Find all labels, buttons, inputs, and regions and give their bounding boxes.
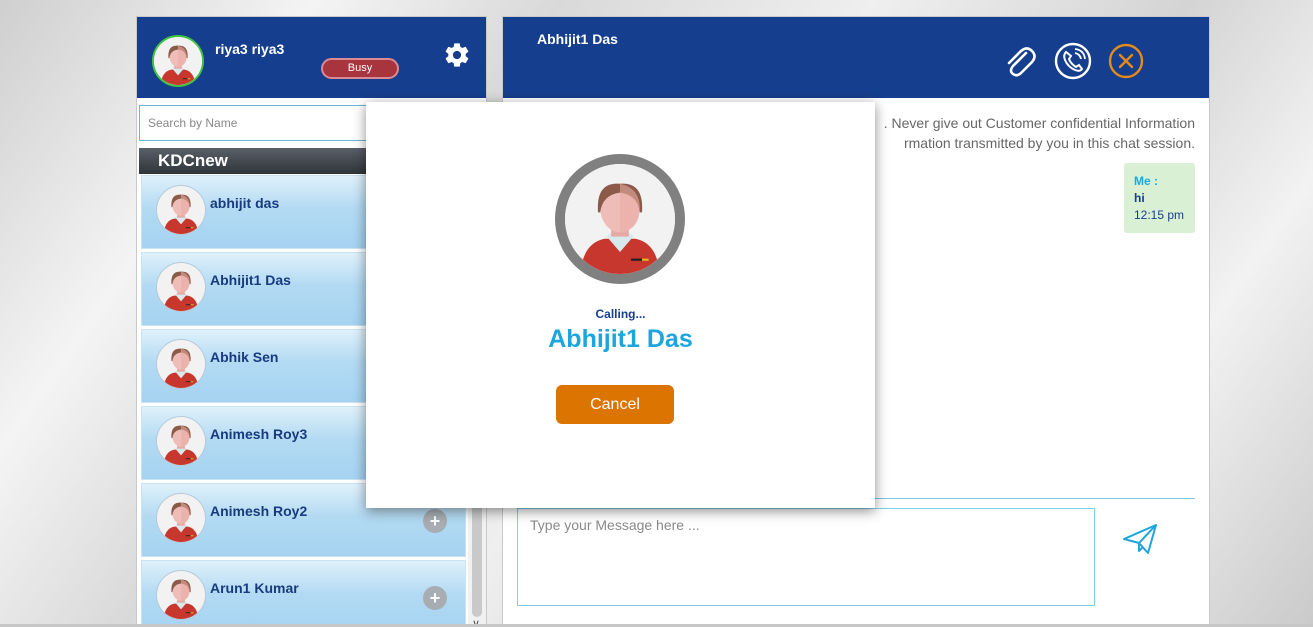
person-avatar-icon (157, 494, 205, 542)
person-avatar-icon (154, 37, 202, 85)
contact-avatar (156, 185, 206, 235)
contact-name: Abhijit1 Das (210, 272, 291, 288)
message-time: 12:15 pm (1134, 208, 1185, 222)
chat-title: Abhijit1 Das (537, 31, 618, 47)
person-avatar-icon (157, 263, 205, 311)
calling-dialog: Calling... Abhijit1 Das Cancel (366, 102, 875, 508)
add-contact-button[interactable]: + (423, 586, 447, 610)
contact-name: Animesh Roy3 (210, 426, 308, 442)
contact-avatar (156, 262, 206, 312)
add-contact-button[interactable]: + (423, 509, 447, 533)
paperclip-icon[interactable] (999, 41, 1039, 81)
message-text: hi (1134, 191, 1145, 205)
user-avatar[interactable] (152, 35, 204, 87)
callee-avatar (555, 154, 685, 284)
cancel-call-button[interactable]: Cancel (556, 385, 674, 424)
phone-call-icon[interactable] (1053, 41, 1093, 81)
chat-header: Abhijit1 Das (503, 17, 1209, 98)
callee-name: Abhijit1 Das (548, 325, 693, 353)
message-bubble: Me : hi 12:15 pm (1124, 163, 1195, 233)
contact-name: Abhik Sen (210, 349, 279, 365)
contact-item[interactable]: Arun1 Kumar + (141, 560, 466, 626)
message-sender: Me : (1134, 174, 1158, 188)
contact-name: Animesh Roy2 (210, 503, 308, 519)
status-badge[interactable]: Busy (321, 58, 399, 79)
person-avatar-icon (157, 417, 205, 465)
call-status: Calling... (595, 307, 646, 321)
contact-name: Arun1 Kumar (210, 580, 299, 596)
contact-avatar (156, 416, 206, 466)
person-avatar-icon (157, 340, 205, 388)
contact-avatar (156, 493, 206, 543)
profile-header: riya3 riya3 Busy (137, 17, 486, 98)
message-input[interactable] (517, 508, 1095, 606)
person-avatar-icon (157, 571, 205, 619)
person-avatar-icon (157, 186, 205, 234)
contact-avatar (156, 339, 206, 389)
send-icon[interactable] (1120, 519, 1160, 559)
close-icon[interactable] (1106, 41, 1146, 81)
user-name: riya3 riya3 (215, 41, 285, 57)
person-avatar-icon (565, 164, 675, 274)
gear-icon[interactable] (443, 41, 471, 69)
contact-name: abhijit das (210, 195, 280, 211)
contact-avatar (156, 570, 206, 620)
